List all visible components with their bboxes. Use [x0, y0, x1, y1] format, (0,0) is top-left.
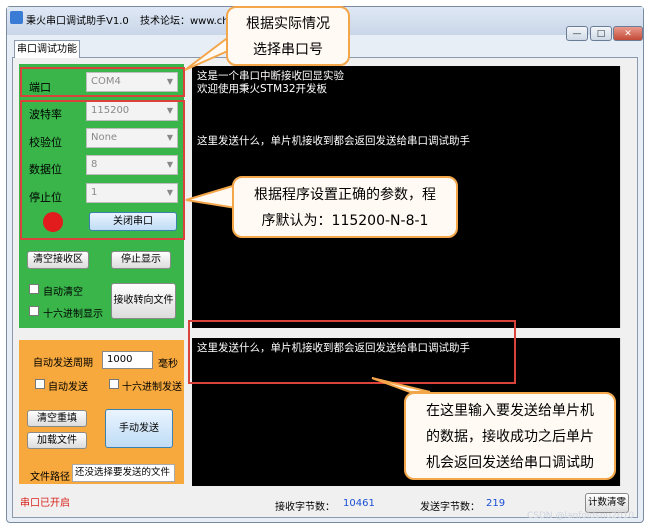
callout-line: 序默认为：115200-N-8-1 — [261, 213, 429, 229]
callout-line: 根据实际情况 — [246, 16, 330, 32]
pointer-send — [371, 377, 431, 393]
callout-line: 选择串口号 — [253, 42, 323, 58]
callout-send-input: 在这里输入要发送给单片机 的数据，接收成功之后单片 机会返回发送给串口调试助 — [404, 392, 616, 480]
callout-set-params: 根据程序设置正确的参数，程 序默认为：115200-N-8-1 — [232, 176, 458, 238]
pointer-params — [185, 183, 237, 210]
pointer-port — [184, 33, 231, 71]
callout-line: 的数据，接收成功之后单片 — [426, 429, 594, 445]
callout-line: 根据程序设置正确的参数，程 — [254, 187, 436, 203]
callout-select-port: 根据实际情况 选择串口号 — [226, 6, 350, 66]
callout-line: 在这里输入要发送给单片机 — [426, 403, 594, 419]
callout-line: 机会返回发送给串口调试助 — [426, 455, 594, 471]
